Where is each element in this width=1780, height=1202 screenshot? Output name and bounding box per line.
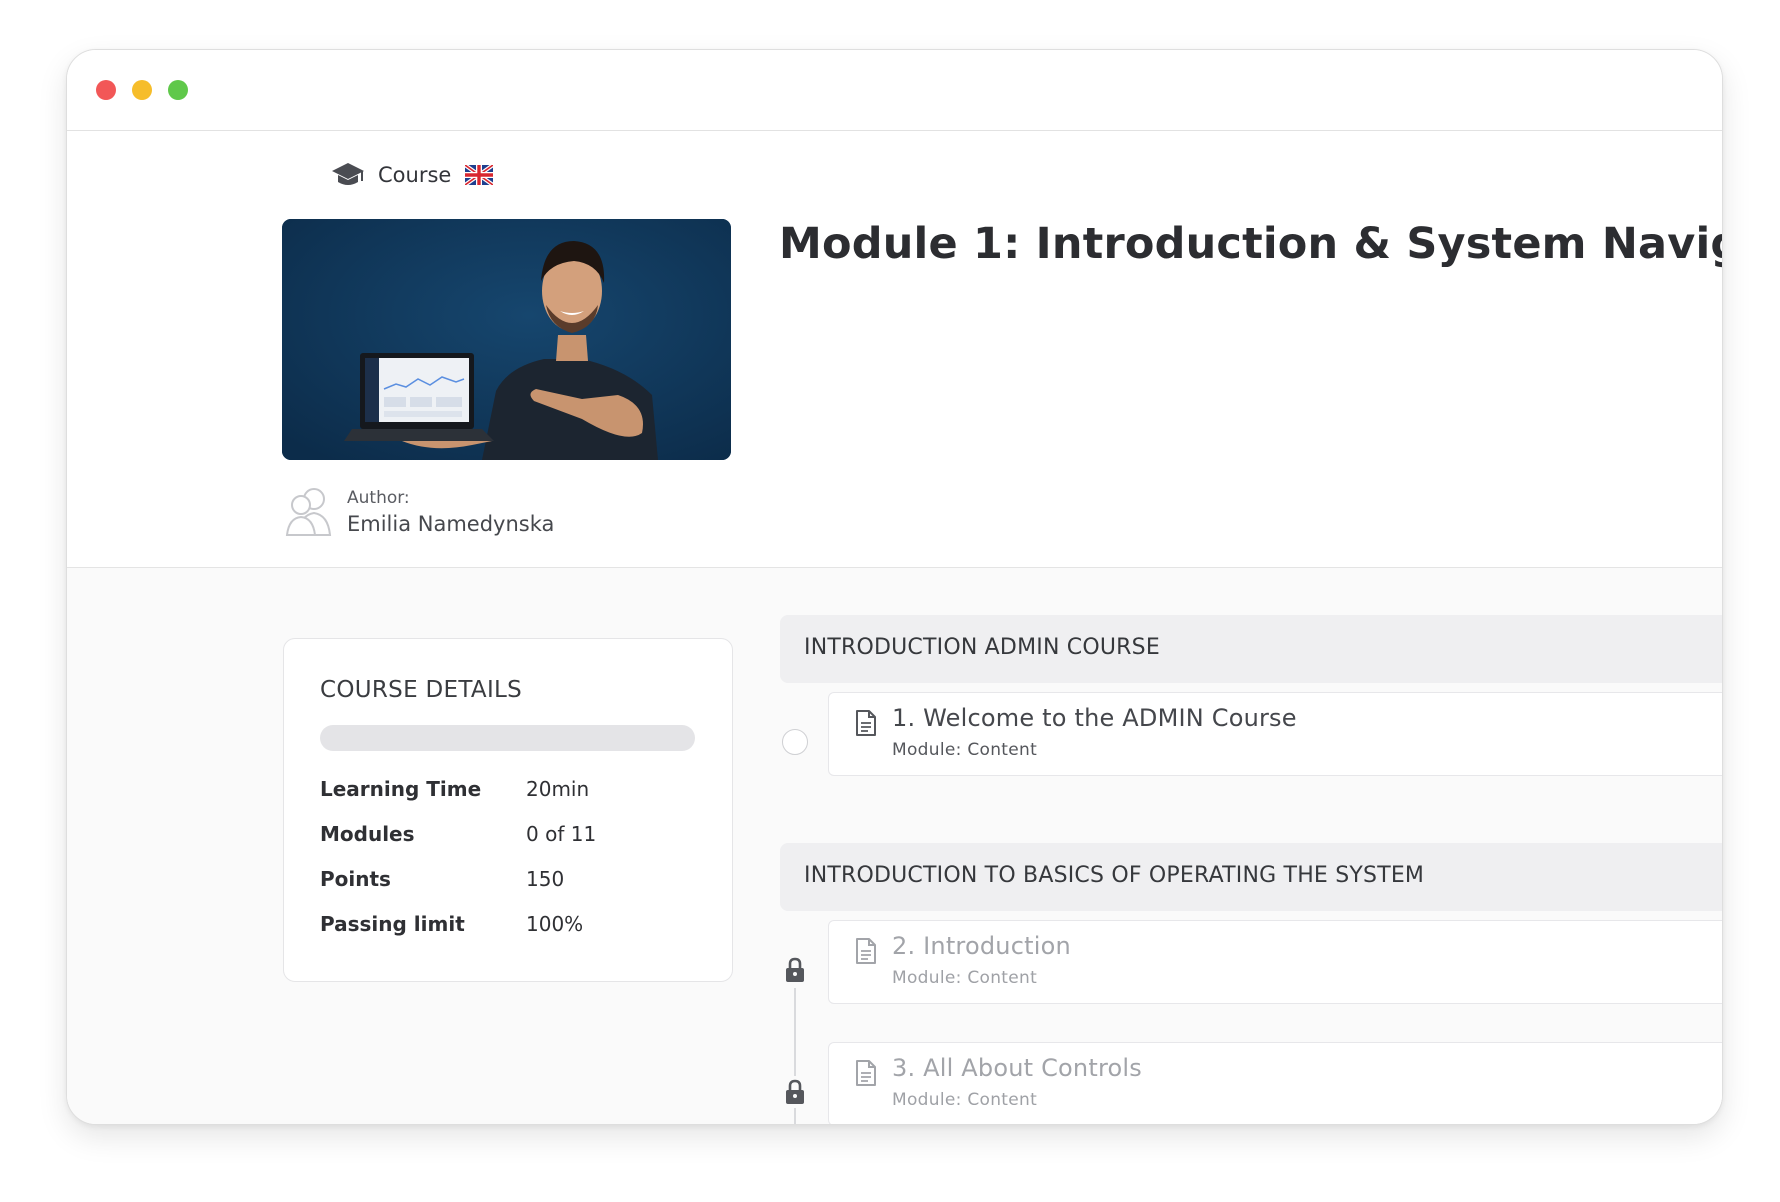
author-label: Author: — [347, 488, 410, 508]
page-title: Module 1: Introduction & System Navigati… — [779, 219, 1722, 269]
module-title: 1. Welcome to the ADMIN Course — [892, 704, 1297, 732]
browser-window: Course Author: Emilia Namedynska Module … — [66, 49, 1723, 1125]
module-item[interactable]: 1. Welcome to the ADMIN Course Module: C… — [828, 692, 1722, 776]
module-title: 2. Introduction — [892, 932, 1071, 960]
module-connector-line — [794, 988, 796, 1076]
breadcrumb-course-link[interactable]: Course — [378, 163, 451, 187]
breadcrumb: Course — [331, 158, 495, 192]
detail-value: 0 of 11 — [526, 822, 597, 846]
module-connector-line — [794, 1108, 796, 1124]
detail-value: 150 — [526, 867, 565, 891]
graduation-cap-icon — [331, 161, 365, 189]
course-progress-bar — [320, 725, 695, 751]
detail-key: Learning Time — [320, 777, 482, 801]
section-header[interactable]: INTRODUCTION TO BASICS OF OPERATING THE … — [780, 843, 1722, 911]
course-cover-image — [282, 219, 731, 460]
detail-key: Modules — [320, 822, 415, 846]
module-item[interactable]: 3. All About Controls Module: Content — [828, 1042, 1722, 1124]
module-type: Module: Content — [892, 1090, 1038, 1110]
detail-value: 20min — [526, 777, 590, 801]
document-icon — [855, 938, 877, 964]
module-title: 3. All About Controls — [892, 1054, 1142, 1082]
lock-icon — [784, 957, 806, 983]
detail-row-passing-limit: Passing limit 100% — [320, 912, 700, 942]
detail-row-points: Points 150 — [320, 867, 700, 897]
uk-flag-icon[interactable] — [464, 163, 495, 187]
course-details-title: COURSE DETAILS — [320, 677, 523, 703]
minimize-window-button[interactable] — [132, 80, 152, 100]
course-header: Course Author: Emilia Namedynska Module … — [67, 131, 1722, 568]
detail-row-modules: Modules 0 of 11 — [320, 822, 700, 852]
close-window-button[interactable] — [96, 80, 116, 100]
section-title: INTRODUCTION ADMIN COURSE — [804, 635, 1160, 660]
maximize-window-button[interactable] — [168, 80, 188, 100]
title-bar — [67, 50, 1722, 131]
course-details-card: COURSE DETAILS Learning Time 20min Modul… — [283, 638, 733, 982]
module-type: Module: Content — [892, 740, 1038, 760]
document-icon — [855, 1060, 877, 1086]
author-name: Emilia Namedynska — [347, 512, 555, 536]
author-avatar-icon — [285, 485, 333, 537]
course-content-area: COURSE DETAILS Learning Time 20min Modul… — [67, 568, 1722, 1124]
section-header[interactable]: INTRODUCTION ADMIN COURSE — [780, 615, 1722, 683]
document-icon — [855, 710, 877, 736]
module-item[interactable]: 2. Introduction Module: Content — [828, 920, 1722, 1004]
detail-key: Points — [320, 867, 391, 891]
detail-value: 100% — [526, 912, 584, 936]
module-status-circle — [782, 729, 808, 755]
detail-key: Passing limit — [320, 912, 465, 936]
lock-icon — [784, 1079, 806, 1105]
section-title: INTRODUCTION TO BASICS OF OPERATING THE … — [804, 863, 1425, 888]
module-type: Module: Content — [892, 968, 1038, 988]
detail-row-learning-time: Learning Time 20min — [320, 777, 700, 807]
